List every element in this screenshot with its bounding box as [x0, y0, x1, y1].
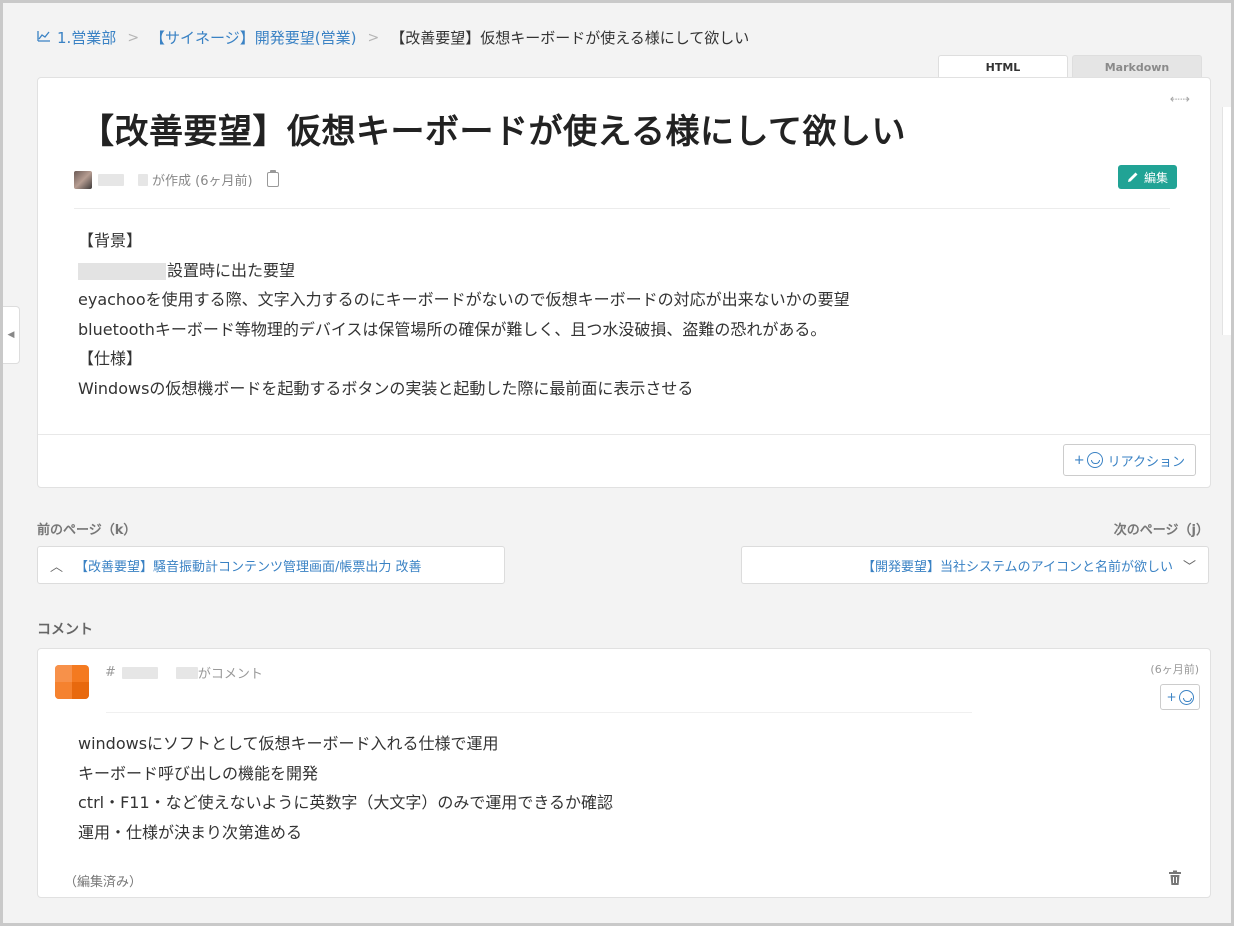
page-body: 【背景】 設置時に出た要望 eyachooを使用する際、文字入力するのにキーボー… [78, 226, 850, 403]
body-line: bluetoothキーボード等物理的デバイスは保管場所の確保が難しく、且つ水没破… [78, 319, 827, 339]
prev-page-title: 【改善要望】騒音振動計コンテンツ管理画面/帳票出力 改善 [75, 559, 422, 575]
prev-page-label: 前のページ（k） [37, 523, 137, 538]
scrollbar[interactable] [1222, 107, 1231, 335]
trash-icon[interactable] [1168, 870, 1184, 886]
author-name-redacted [175, 666, 198, 679]
comment-timestamp: (6ヶ月前) [1150, 663, 1199, 676]
body-line: eyachooを使用する際、文字入力するのにキーボードがないので仮想キーボードの… [78, 290, 850, 309]
app-window: 1.営業部 > 【サイネージ】開発要望(営業) > 【改善要望】仮想キーボードが… [0, 0, 1234, 926]
body-line: 【仕様】 [78, 349, 143, 368]
chevron-up-icon: ︿ [50, 559, 64, 575]
body-line: 【背景】 [78, 231, 143, 250]
avatar[interactable] [74, 170, 92, 189]
comments-heading: コメント [37, 622, 93, 638]
next-page-label: 次のページ（j） [1113, 523, 1209, 538]
plus-sign: + [1073, 452, 1085, 468]
avatar[interactable] [55, 665, 89, 699]
edit-button[interactable]: 編集 [1117, 165, 1177, 189]
comment-body: windowsにソフトとして仮想キーボード入れる仕様で運用 キーボード呼び出しの… [78, 729, 613, 847]
plus-sign: + [1166, 690, 1177, 704]
author-name-redacted [121, 666, 158, 679]
chart-icon [37, 30, 51, 46]
body-line: 設置時に出た要望 [78, 256, 850, 286]
tab-html[interactable]: HTML [938, 55, 1068, 78]
page-title: 【改善要望】仮想キーボードが使える様にして欲しい [80, 112, 906, 152]
divider [74, 208, 1170, 209]
comment-add-reaction-button[interactable]: + [1160, 684, 1200, 710]
comment-line: ctrl・F11・など使えないように英数字（大文字）のみで運用できるか確認 [78, 793, 614, 812]
add-reaction-button[interactable]: + リアクション [1062, 444, 1196, 476]
edit-label: 編集 [1143, 170, 1168, 185]
divider [106, 712, 972, 713]
sidebar-toggle-handle[interactable]: ◀ [3, 306, 20, 364]
created-text: が作成 (6ヶ月前) [152, 174, 253, 189]
smile-icon [1086, 452, 1103, 468]
author-prefix: # [105, 665, 116, 680]
expand-icon[interactable]: ⇠⇢ [1170, 92, 1190, 106]
tab-markdown[interactable]: Markdown [1072, 55, 1202, 78]
prev-page-link[interactable]: ︿ 【改善要望】騒音振動計コンテンツ管理画面/帳票出力 改善 [37, 546, 505, 584]
page-card: 【改善要望】仮想キーボードが使える様にして欲しい ⇠⇢ が作成 (6ヶ月前) 編… [37, 77, 1211, 488]
pencil-icon [1127, 172, 1138, 182]
breadcrumb-separator: > [127, 29, 140, 46]
breadcrumb-separator: > [367, 29, 380, 46]
breadcrumb-item-category[interactable]: 【サイネージ】開発要望(営業) [150, 27, 356, 48]
comment-line: 運用・仕様が決まり次第進める [78, 822, 303, 842]
reaction-label: リアクション [1107, 454, 1185, 470]
author-suffix: がコメント [197, 667, 263, 682]
breadcrumb-item-department[interactable]: 1.営業部 [57, 27, 116, 48]
comment-author: # がコメント [105, 663, 263, 682]
author-name-redacted [98, 173, 124, 186]
next-page-title: 【開発要望】当社システムのアイコンと名前が欲しい [862, 559, 1173, 575]
chevron-down-icon: ﹀ [1182, 559, 1196, 575]
view-tabs: HTML Markdown [938, 55, 1202, 78]
next-page-link[interactable]: 【開発要望】当社システムのアイコンと名前が欲しい ﹀ [741, 546, 1209, 584]
author-name-redacted [138, 173, 148, 186]
comment-card: # がコメント (6ヶ月前) + windowsにソフトとして仮想キーボード入れ… [37, 648, 1211, 898]
comment-line: windowsにソフトとして仮想キーボード入れる仕様で運用 [78, 734, 499, 753]
redacted-text [78, 262, 166, 280]
edited-note: （編集済み） [64, 875, 143, 890]
divider [38, 434, 1210, 435]
clipboard-icon[interactable] [266, 170, 279, 187]
body-line: Windowsの仮想機ボードを起動するボタンの実装と起動した際に最前面に表示させ… [78, 378, 694, 398]
breadcrumb: 1.営業部 > 【サイネージ】開発要望(営業) > 【改善要望】仮想キーボードが… [37, 27, 749, 48]
page-meta: が作成 (6ヶ月前) [74, 170, 279, 189]
comment-line: キーボード呼び出しの機能を開発 [78, 763, 319, 783]
breadcrumb-item-current: 【改善要望】仮想キーボードが使える様にして欲しい [390, 29, 750, 47]
smile-icon [1178, 689, 1194, 705]
